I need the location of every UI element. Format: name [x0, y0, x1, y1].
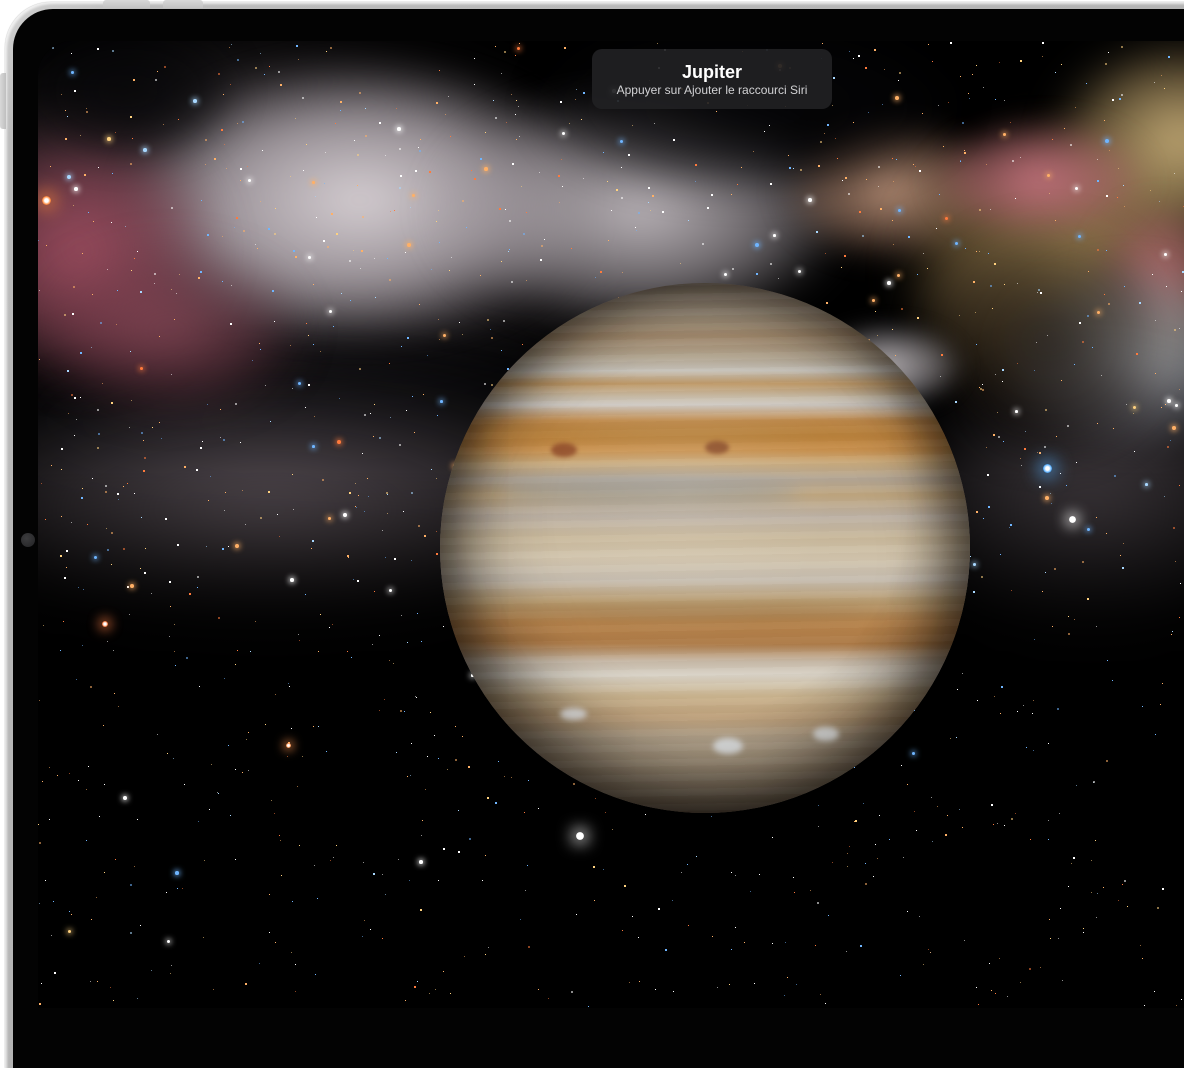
planet-storm-spot — [551, 443, 577, 457]
star — [912, 752, 915, 755]
star — [1097, 311, 1100, 314]
star — [167, 940, 170, 943]
star — [290, 578, 294, 582]
bright-star — [42, 196, 51, 205]
star-layer — [38, 41, 40, 43]
volume-up-button[interactable] — [103, 0, 150, 8]
star — [484, 167, 488, 171]
star — [312, 445, 315, 448]
star — [1003, 133, 1006, 136]
star — [1133, 406, 1136, 409]
star — [1087, 528, 1090, 531]
bright-star — [1069, 516, 1076, 523]
planet-band-detail — [480, 425, 910, 443]
star — [248, 179, 251, 182]
star — [895, 96, 899, 100]
star — [808, 198, 812, 202]
star — [945, 217, 948, 220]
star — [343, 513, 347, 517]
star — [193, 99, 197, 103]
star — [755, 243, 759, 247]
star — [94, 556, 97, 559]
star — [1015, 410, 1018, 413]
star — [130, 584, 134, 588]
star — [312, 181, 315, 184]
star — [328, 517, 331, 520]
star — [1075, 187, 1078, 190]
star — [517, 47, 520, 50]
siri-shortcut-banner: Jupiter Appuyer sur Ajouter le raccourci… — [592, 49, 832, 109]
star — [412, 194, 415, 197]
star — [107, 137, 111, 141]
star — [175, 871, 179, 875]
planet-band-detail — [500, 479, 800, 505]
banner-title: Jupiter — [682, 63, 742, 81]
star — [329, 310, 332, 313]
star — [955, 242, 958, 245]
star — [143, 148, 147, 152]
star — [68, 930, 71, 933]
star — [440, 400, 443, 403]
star — [773, 234, 776, 237]
star — [308, 256, 311, 259]
star — [397, 127, 401, 131]
star — [897, 274, 900, 277]
star — [1164, 253, 1167, 256]
bright-star — [102, 621, 108, 627]
star — [1047, 174, 1050, 177]
star — [973, 563, 976, 566]
star — [620, 140, 623, 143]
front-camera-icon — [21, 533, 35, 547]
star — [1045, 496, 1049, 500]
star — [898, 209, 901, 212]
star — [74, 187, 78, 191]
planet-white-oval — [560, 708, 587, 720]
star — [140, 367, 143, 370]
banner-subtitle: Appuyer sur Ajouter le raccourci Siri — [617, 84, 808, 96]
star — [724, 273, 727, 276]
star — [443, 334, 446, 337]
bright-star — [576, 832, 584, 840]
planet-jupiter[interactable] — [440, 283, 970, 813]
star — [562, 132, 565, 135]
star — [337, 440, 341, 444]
star — [1145, 483, 1148, 486]
ar-scene-viewport[interactable]: Jupiter Appuyer sur Ajouter le raccourci… — [38, 41, 1184, 1008]
star — [407, 243, 411, 247]
star — [872, 299, 875, 302]
star — [1078, 235, 1081, 238]
star — [1167, 399, 1171, 403]
star — [1105, 139, 1109, 143]
star — [389, 589, 392, 592]
star — [798, 270, 801, 273]
star — [71, 71, 74, 74]
ipad-device: Jupiter Appuyer sur Ajouter le raccourci… — [0, 0, 1184, 1008]
planet-white-oval — [713, 738, 743, 754]
star — [298, 382, 301, 385]
star — [419, 860, 423, 864]
star — [887, 281, 891, 285]
star — [123, 796, 127, 800]
planet-band-detail — [510, 605, 890, 621]
top-button[interactable] — [0, 73, 6, 129]
star — [67, 175, 71, 179]
star — [235, 544, 239, 548]
volume-down-button[interactable] — [163, 0, 203, 8]
planet-storm-spot — [705, 441, 729, 454]
star — [1172, 426, 1176, 430]
bright-star — [286, 743, 291, 748]
planet-white-oval — [813, 727, 839, 741]
bright-star — [1043, 464, 1052, 473]
star — [1175, 404, 1178, 407]
